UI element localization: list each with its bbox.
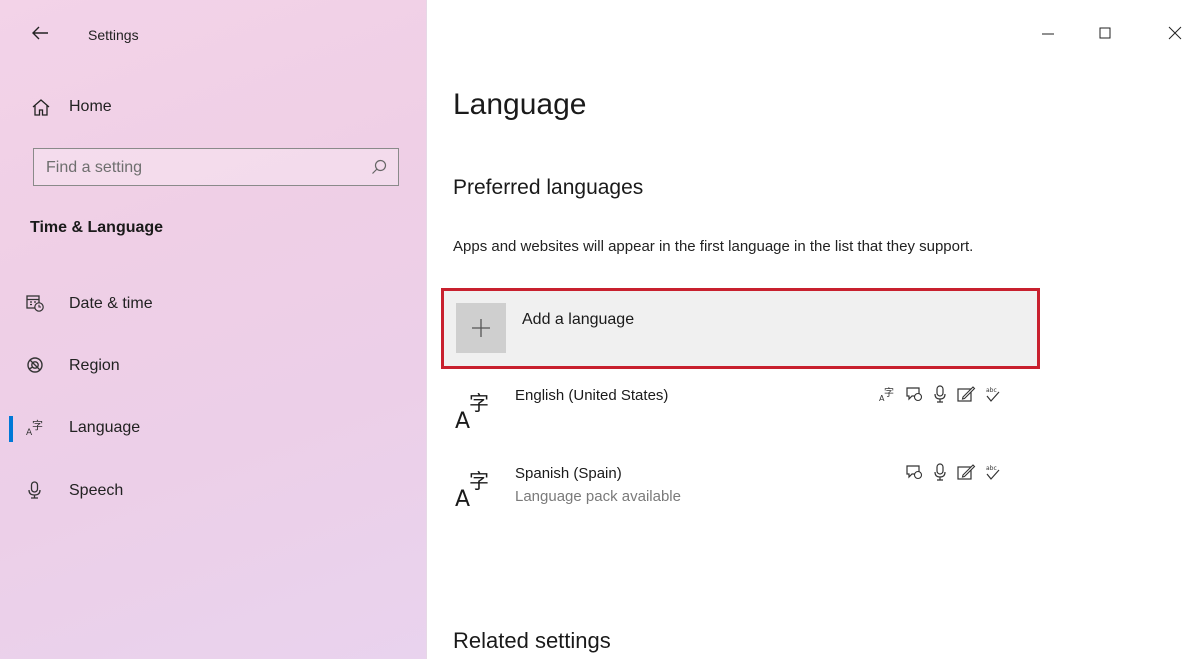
svg-text:字: 字 <box>469 469 489 493</box>
handwriting-icon <box>957 464 976 480</box>
search-icon[interactable] <box>370 158 388 176</box>
app-title: Settings <box>88 27 139 43</box>
add-language-label: Add a language <box>522 311 635 328</box>
svg-text:A: A <box>455 409 470 430</box>
minimize-button[interactable] <box>1033 18 1063 48</box>
sidebar-item-label: Region <box>69 357 120 374</box>
microphone-icon <box>934 463 946 481</box>
maximize-icon <box>1099 27 1111 39</box>
main-content: Language Preferred languages Apps and we… <box>428 0 1200 659</box>
language-item-spanish[interactable]: A 字 Spanish (Spain) Language pack availa… <box>453 460 1033 520</box>
handwriting-icon <box>957 386 976 402</box>
svg-text:abc: abc <box>986 465 997 472</box>
spellcheck-icon: abc <box>986 465 1000 480</box>
sidebar-item-label: Date & time <box>69 295 153 312</box>
plus-icon-tile <box>456 303 506 353</box>
svg-text:abc: abc <box>986 387 997 394</box>
back-button[interactable] <box>30 22 52 44</box>
description-text: Apps and websites will appear in the fir… <box>453 238 974 255</box>
search-box <box>33 148 399 187</box>
preferred-languages-heading: Preferred languages <box>453 176 644 199</box>
sidebar-item-language[interactable]: A 字 Language <box>0 406 427 450</box>
calendar-clock-icon <box>26 295 44 312</box>
window-controls <box>1030 0 1200 60</box>
globe-icon <box>27 357 43 373</box>
sidebar-item-date-time[interactable]: Date & time <box>0 282 427 326</box>
svg-text:字: 字 <box>32 418 43 432</box>
spellcheck-icon: abc <box>986 387 1000 402</box>
sidebar-item-label: Language <box>69 419 141 436</box>
active-indicator <box>9 416 13 442</box>
language-name: Spanish (Spain) <box>515 465 622 482</box>
svg-text:字: 字 <box>884 386 894 399</box>
display-language-icon: A 字 <box>879 386 894 403</box>
sidebar: Settings Home Time & Language Date & tim… <box>0 0 427 659</box>
sidebar-item-home[interactable]: Home <box>0 88 427 128</box>
sidebar-item-label: Speech <box>69 482 124 499</box>
language-icon: A 字 <box>26 418 43 437</box>
section-title: Time & Language <box>30 219 164 236</box>
speech-bubble-icon <box>906 465 923 480</box>
home-label: Home <box>69 98 112 115</box>
add-language-button[interactable]: Add a language <box>441 288 1040 369</box>
microphone-icon <box>28 481 41 499</box>
sidebar-item-speech[interactable]: Speech <box>0 469 427 513</box>
language-name: English (United States) <box>515 387 669 404</box>
page-title: Language <box>453 88 587 121</box>
svg-text:A: A <box>455 487 470 508</box>
language-icon: A 字 <box>455 469 489 508</box>
close-button[interactable] <box>1160 18 1190 48</box>
home-icon <box>32 99 50 116</box>
language-status: Language pack available <box>515 488 681 505</box>
language-item-english[interactable]: A 字 English (United States) A 字 abc <box>453 382 1033 442</box>
svg-text:字: 字 <box>469 391 489 415</box>
related-settings-heading: Related settings <box>453 628 611 653</box>
plus-icon <box>472 319 490 337</box>
close-icon <box>1168 26 1182 40</box>
maximize-button[interactable] <box>1090 18 1120 48</box>
sidebar-item-region[interactable]: Region <box>0 344 427 388</box>
minimize-icon <box>1042 33 1054 35</box>
language-icon: A 字 <box>455 391 489 430</box>
speech-bubble-icon <box>906 387 923 402</box>
back-arrow-icon <box>32 26 48 40</box>
settings-window: Settings Home Time & Language Date & tim… <box>0 0 1200 659</box>
search-input[interactable] <box>44 149 348 187</box>
microphone-icon <box>934 385 946 403</box>
